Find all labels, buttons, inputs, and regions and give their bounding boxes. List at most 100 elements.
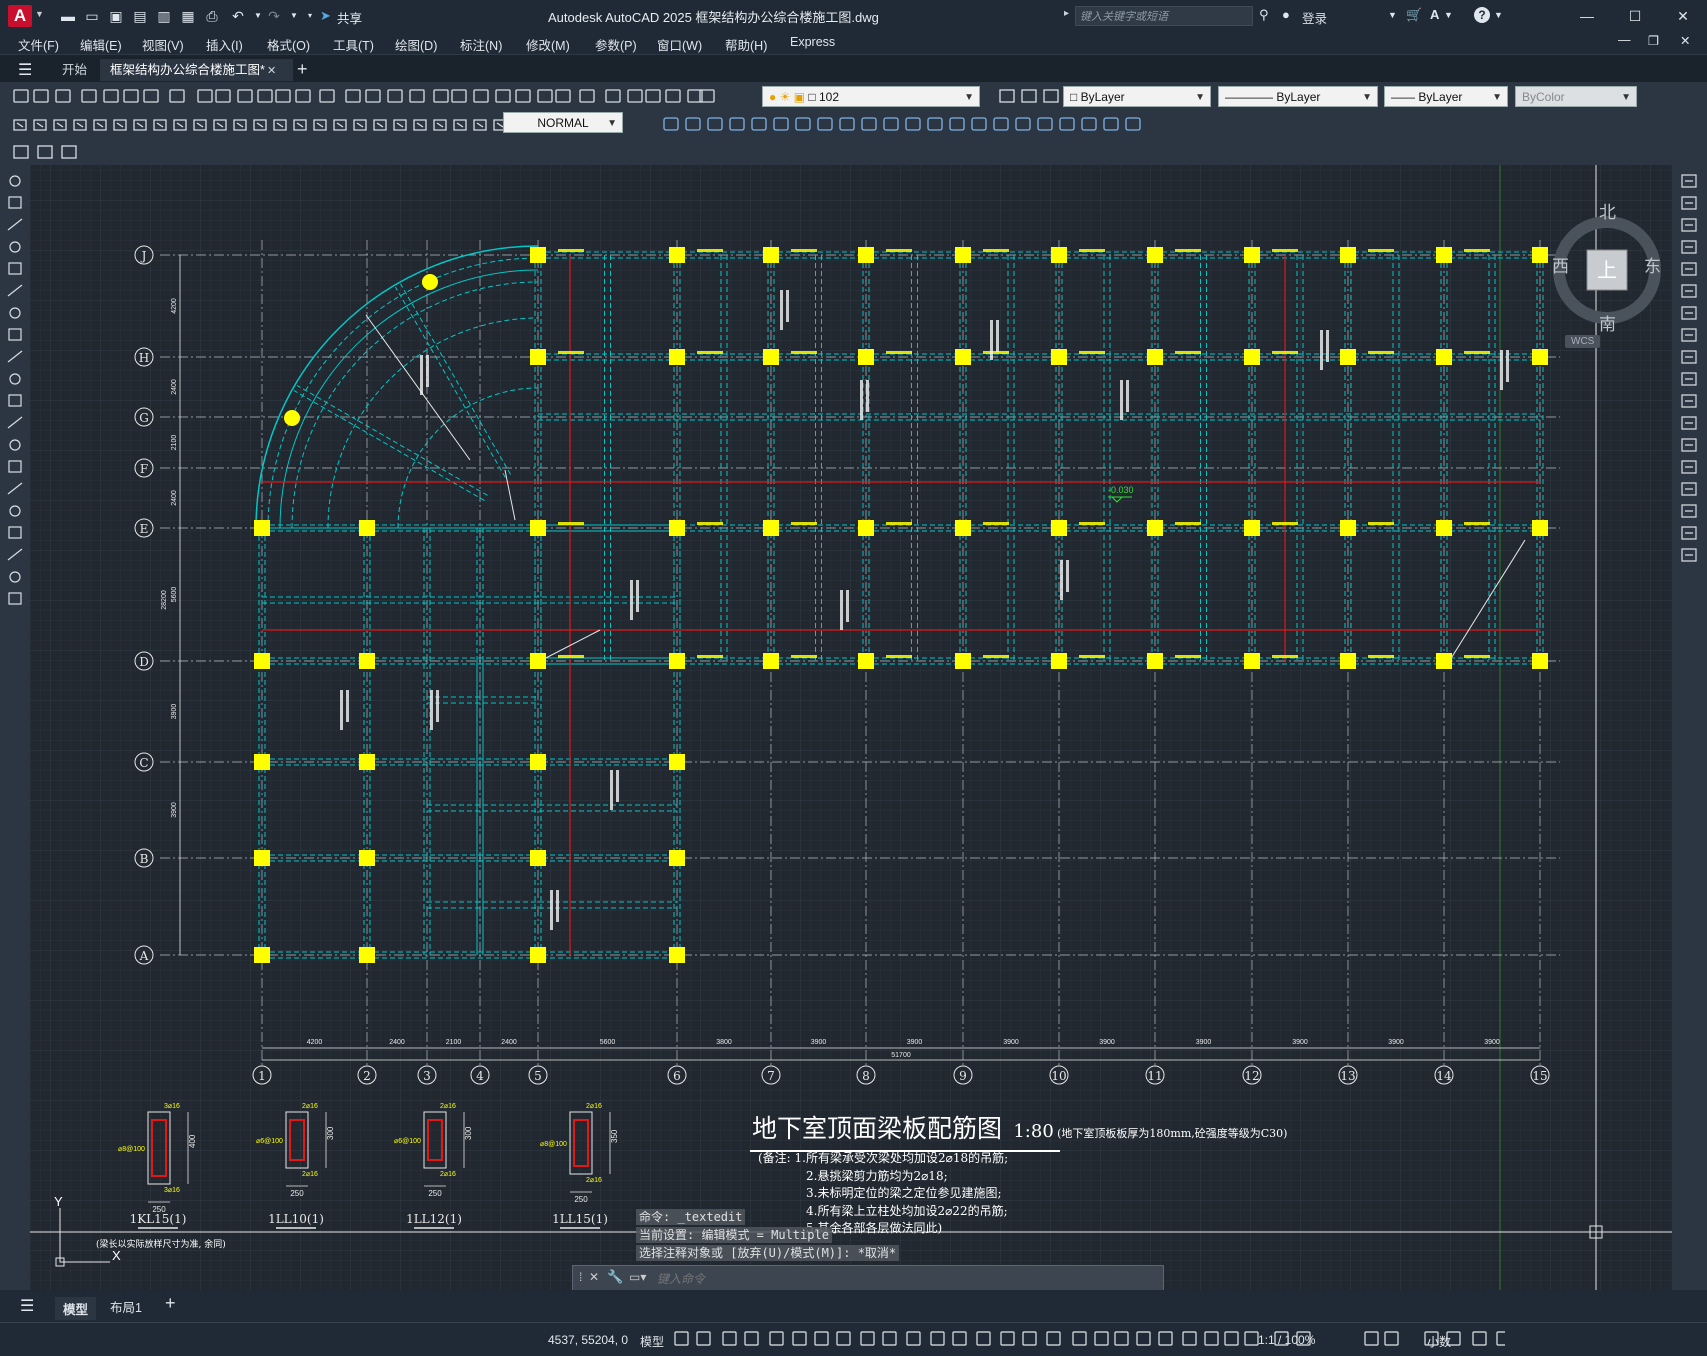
menu-modify[interactable]: 修改(M) xyxy=(526,35,570,54)
modify-tools-icons[interactable] xyxy=(1672,165,1707,585)
modify-side-tool-icon xyxy=(1681,548,1697,562)
doc-restore-button[interactable]: ❐ xyxy=(1648,33,1659,48)
a360-dropdown-icon[interactable]: ▼ xyxy=(1444,10,1453,20)
menu-view[interactable]: 视图(V) xyxy=(142,35,184,54)
layer-dropdown[interactable]: ● ☀ ▣ □ 102 ▼ xyxy=(762,86,980,107)
save-icon[interactable]: ▣ xyxy=(108,8,124,24)
cart-icon[interactable]: 🛒 xyxy=(1406,7,1422,23)
tab-start[interactable]: 开始 xyxy=(52,59,97,81)
undo-icon[interactable]: ↶ xyxy=(230,8,246,24)
menu-draw[interactable]: 绘图(D) xyxy=(395,35,437,54)
new-tab-button[interactable]: + xyxy=(297,59,308,80)
layout-menu-icon[interactable]: ☰ xyxy=(20,1296,34,1316)
menu-dimension[interactable]: 标注(N) xyxy=(460,35,502,54)
draw-tools-icons[interactable] xyxy=(0,165,30,625)
drag-handle-icon[interactable]: ⁞ xyxy=(579,1270,582,1284)
import-icon[interactable]: ▥ xyxy=(156,8,172,24)
tab-drawing[interactable]: 框架结构办公综合楼施工图* xyxy=(100,59,293,81)
login-dropdown-icon[interactable]: ▼ xyxy=(1388,10,1397,20)
save-as-icon[interactable]: ▤ xyxy=(132,8,148,24)
help-dropdown-icon[interactable]: ▼ xyxy=(1494,10,1503,20)
plot-icon[interactable]: ⎙ xyxy=(204,8,220,24)
doc-minimize-button[interactable]: — xyxy=(1618,33,1631,47)
tab-layout1[interactable]: 布局1 xyxy=(110,1297,142,1316)
beam-annotation-mark xyxy=(1368,655,1394,658)
drawing-canvas[interactable]: 4200 2400 2100 2400 5600 3800 3900 3900 3900 3900… xyxy=(30,165,1672,1290)
autodesk-a360-icon[interactable]: A xyxy=(1430,7,1439,22)
close-tab-icon[interactable]: ✕ xyxy=(267,64,276,77)
viewcube-east[interactable]: 东 xyxy=(1644,252,1661,277)
search-input[interactable]: 键入关键字或短语 xyxy=(1075,6,1253,26)
menu-window[interactable]: 窗口(W) xyxy=(657,35,702,54)
command-prompt-icon[interactable]: ▭▾ xyxy=(629,1270,646,1284)
close-command-icon[interactable]: ✕ xyxy=(589,1270,599,1284)
beam-annotation-mark xyxy=(1464,655,1490,658)
model-space-button[interactable]: 模型 xyxy=(640,1333,664,1350)
viewcube-top-face[interactable]: 上 xyxy=(1597,254,1617,283)
customize-qat-icon[interactable]: ▾ xyxy=(302,8,318,24)
add-layout-button[interactable]: + xyxy=(165,1293,176,1314)
toolbar-tool-icon xyxy=(387,89,403,103)
open-file-icon[interactable]: ▭ xyxy=(84,8,100,24)
modify-tool-icon xyxy=(1125,117,1141,131)
beam-annotation-mark xyxy=(697,522,723,525)
menu-file[interactable]: 文件(F) xyxy=(18,35,59,54)
doc-close-button[interactable]: ✕ xyxy=(1680,33,1690,48)
lineweight-dropdown[interactable]: —— ByLayer ▼ xyxy=(1384,86,1508,107)
column xyxy=(955,349,971,365)
app-menu-chevron-icon[interactable]: ▼ xyxy=(35,9,44,19)
annotation-scale[interactable]: 1:1 / 100% xyxy=(1258,1333,1315,1347)
draw-tool-icon xyxy=(9,373,21,385)
redo-icon[interactable]: ↷ xyxy=(266,8,282,24)
viewcube-west[interactable]: 西 xyxy=(1552,252,1569,277)
modify-tool-icon xyxy=(905,117,921,131)
column-dimension: 3900 xyxy=(1099,1039,1115,1046)
command-input[interactable] xyxy=(655,1268,1154,1289)
viewcube-north[interactable]: 北 xyxy=(1599,198,1616,223)
drafting-tool-icon xyxy=(333,119,347,131)
viewcube-south[interactable]: 南 xyxy=(1599,310,1616,335)
search-icon[interactable]: ⚲ xyxy=(1259,7,1269,23)
drafting-tool-icon xyxy=(113,119,127,131)
login-button[interactable]: 登录 xyxy=(1302,8,1327,27)
color-dropdown[interactable]: □ ByLayer ▼ xyxy=(1063,86,1211,107)
menu-insert[interactable]: 插入(I) xyxy=(206,35,243,54)
draw-tool-icon xyxy=(8,394,22,407)
close-window-button[interactable]: ✕ xyxy=(1665,4,1701,28)
search-expand-icon[interactable]: ▸ xyxy=(1064,8,1069,19)
units-dropdown[interactable]: 小数 xyxy=(1427,1333,1451,1350)
share-icon[interactable]: ➤ xyxy=(320,8,331,24)
customize-command-icon[interactable]: 🔧 xyxy=(607,1269,623,1285)
redo-dropdown-icon[interactable]: ▼ xyxy=(286,8,302,24)
modify-side-tool-icon xyxy=(1681,262,1697,276)
status-toggle-icons[interactable] xyxy=(665,1329,1505,1351)
beam-callout-mark xyxy=(630,580,633,620)
dimstyle-dropdown[interactable]: NORMAL ▼ xyxy=(503,112,623,133)
export-icon[interactable]: ▦ xyxy=(180,8,196,24)
menu-help[interactable]: 帮助(H) xyxy=(725,35,767,54)
menu-edit[interactable]: 编辑(E) xyxy=(80,35,122,54)
linetype-dropdown[interactable]: ———— ByLayer ▼ xyxy=(1218,86,1378,107)
undo-dropdown-icon[interactable]: ▼ xyxy=(250,8,266,24)
menu-format[interactable]: 格式(O) xyxy=(267,35,310,54)
plotstyle-dropdown[interactable]: ByColor ▼ xyxy=(1515,86,1637,107)
maximize-window-button[interactable]: ☐ xyxy=(1617,4,1653,28)
menu-tools[interactable]: 工具(T) xyxy=(333,35,374,54)
menu-parametric[interactable]: 参数(P) xyxy=(595,35,637,54)
new-file-icon[interactable]: ▬ xyxy=(60,8,76,24)
minimize-window-button[interactable]: — xyxy=(1569,4,1605,28)
wcs-button[interactable]: WCS xyxy=(1565,335,1601,348)
user-icon[interactable]: ● xyxy=(1282,7,1290,22)
command-line[interactable]: ⁞ ✕ 🔧 ▭▾ xyxy=(572,1265,1164,1290)
menu-express[interactable]: Express xyxy=(790,35,835,49)
column xyxy=(1051,349,1067,365)
share-button[interactable]: 共享 xyxy=(337,8,362,27)
viewcube[interactable]: 北 南 东 西 上 xyxy=(1552,190,1662,340)
help-icon[interactable]: ? xyxy=(1474,7,1490,23)
autocad-logo-icon[interactable]: A xyxy=(8,5,32,27)
tab-model[interactable]: 模型 xyxy=(55,1297,97,1320)
total-dimension: 51700 xyxy=(891,1052,911,1059)
axis-label-H: H xyxy=(139,351,149,365)
coordinates-readout[interactable]: 4537, 55204, 0 xyxy=(548,1333,628,1347)
hamburger-menu-icon[interactable]: ☰ xyxy=(18,60,32,80)
